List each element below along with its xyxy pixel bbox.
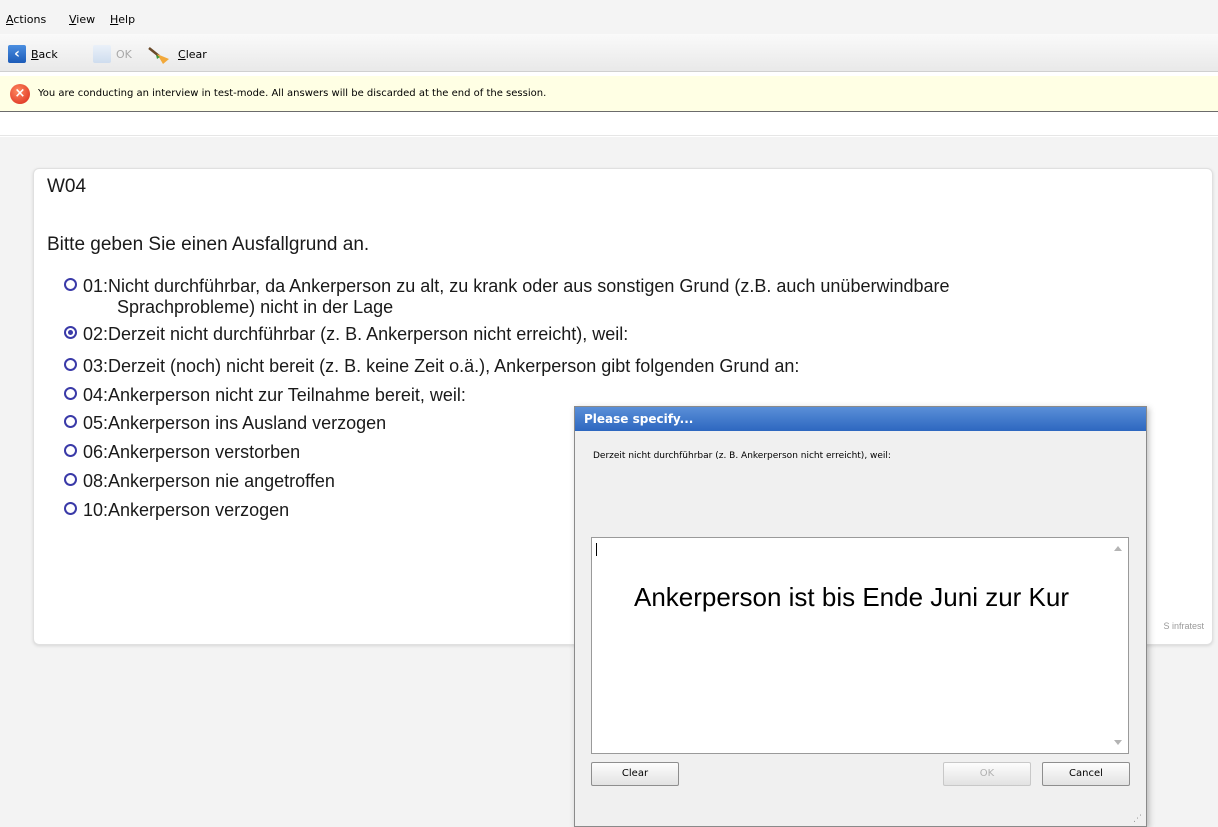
menu-actions[interactable]: Actions [6,13,46,26]
dialog-clear-button[interactable]: Clear [591,762,679,786]
specify-dialog: Please specify... Derzeit nicht durchfüh… [574,406,1147,827]
back-button[interactable]: ‹ Back [8,43,58,65]
question-text: Bitte geben Sie einen Ausfallgrund an. [47,234,370,255]
reason-textarea[interactable]: Ankerperson ist bis Ende Juni zur Kur [591,537,1129,754]
option-08[interactable]: 08:Ankerperson nie angetroffen [64,471,335,492]
option-label: 10:Ankerperson verzogen [83,500,290,520]
menu-help[interactable]: Help [110,13,135,26]
toolbar: ‹ Back OK Clear [0,34,1218,72]
option-05[interactable]: 05:Ankerperson ins Ausland verzogen [64,413,386,434]
ok-icon [93,45,111,63]
warning-text: You are conducting an interview in test-… [38,88,547,99]
copyright-text: S infratest [1163,621,1204,631]
test-mode-warning: × You are conducting an interview in tes… [0,76,1218,112]
option-01[interactable]: 01:Nicht durchführbar, da Ankerperson zu… [64,276,950,318]
option-06[interactable]: 06:Ankerperson verstorben [64,442,300,463]
clear-label: Clear [178,47,207,61]
radio-button[interactable] [64,415,77,428]
clear-button[interactable]: Clear [147,43,207,65]
option-label: 08:Ankerperson nie angetroffen [83,471,335,491]
dialog-ok-button[interactable]: OK [943,762,1031,786]
radio-button-selected[interactable] [64,326,77,339]
dialog-prompt: Derzeit nicht durchführbar (z. B. Ankerp… [593,451,891,461]
radio-button[interactable] [64,502,77,515]
text-caret [596,543,597,556]
option-label: 06:Ankerperson verstorben [83,442,301,462]
back-arrow-icon: ‹ [8,45,26,63]
reason-text-value: Ankerperson ist bis Ende Juni zur Kur [634,582,1069,612]
scroll-up-arrow-icon[interactable] [1114,546,1122,551]
menu-view[interactable]: View [69,13,95,26]
scroll-down-arrow-icon[interactable] [1114,740,1122,745]
ok-label: OK [116,47,132,61]
option-02[interactable]: 02:Derzeit nicht durchführbar (z. B. Ank… [64,324,628,345]
radio-button[interactable] [64,278,77,291]
dialog-title: Please specify... [575,407,1146,431]
dialog-cancel-button[interactable]: Cancel [1042,762,1130,786]
option-04[interactable]: 04:Ankerperson nicht zur Teilnahme berei… [64,385,466,406]
question-id: W04 [47,176,87,197]
option-label: 01:Nicht durchführbar, da Ankerperson zu… [83,276,950,296]
radio-button[interactable] [64,387,77,400]
option-label: 02:Derzeit nicht durchführbar (z. B. Ank… [83,324,629,344]
radio-button[interactable] [64,358,77,371]
resize-grip-icon[interactable]: ⋰ [1133,814,1142,824]
blank-strip [0,114,1218,136]
option-label: 04:Ankerperson nicht zur Teilnahme berei… [83,385,466,405]
option-label-continued: Sprachprobleme) nicht in der Lage [117,297,394,317]
radio-button[interactable] [64,444,77,457]
menu-bar: Actions View Help [0,0,1218,34]
option-10[interactable]: 10:Ankerperson verzogen [64,500,289,521]
broom-icon [147,45,169,64]
option-label: 03:Derzeit (noch) nicht bereit (z. B. ke… [83,356,800,376]
back-label: Back [31,47,58,61]
radio-button[interactable] [64,473,77,486]
ok-button[interactable]: OK [93,43,132,65]
option-03[interactable]: 03:Derzeit (noch) nicht bereit (z. B. ke… [64,356,799,377]
error-x-icon: × [10,84,30,104]
option-label: 05:Ankerperson ins Ausland verzogen [83,413,387,433]
